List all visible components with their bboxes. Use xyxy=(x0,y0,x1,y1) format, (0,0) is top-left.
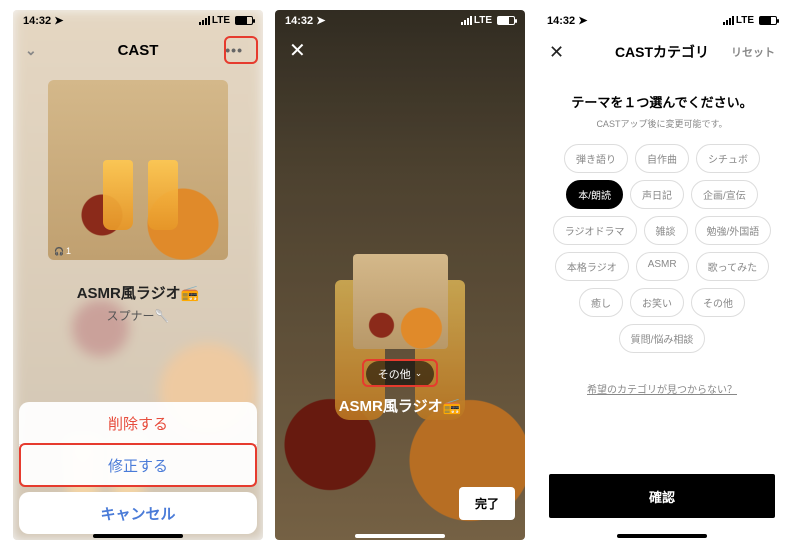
cast-meta: ASMR風ラジオ📻 スプナー🥄 xyxy=(13,282,263,324)
category-grid: 弾き語り自作曲シチュボ本/朗読声日記企画/宣伝ラジオドラマ雑談勉強/外国語本格ラ… xyxy=(537,130,787,367)
category-お笑い[interactable]: お笑い xyxy=(630,288,684,317)
nav-bar: ✕ xyxy=(275,30,525,70)
close-button[interactable]: ✕ xyxy=(275,38,320,63)
nav-bar: ✕ CASTカテゴリ リセット xyxy=(537,30,787,74)
status-bar: 14:32 ➤ LTE xyxy=(13,10,263,30)
cast-author[interactable]: スプナー🥄 xyxy=(13,307,263,324)
cast-title: ASMR風ラジオ📻 xyxy=(13,282,263,303)
collapse-icon[interactable]: ⌄ xyxy=(25,42,37,59)
category-企画/宣伝[interactable]: 企画/宣伝 xyxy=(691,180,758,209)
category-癒し[interactable]: 癒し xyxy=(579,288,623,317)
category-本/朗読[interactable]: 本/朗読 xyxy=(566,180,623,209)
category-本格ラジオ[interactable]: 本格ラジオ xyxy=(555,252,629,281)
home-indicator[interactable] xyxy=(93,534,183,538)
status-bar: 14:32 ➤ LTE xyxy=(537,10,787,30)
category-雑談[interactable]: 雑談 xyxy=(644,216,688,245)
home-indicator[interactable] xyxy=(617,534,707,538)
status-bar: 14:32 ➤ LTE xyxy=(275,10,525,30)
category-シチュボ[interactable]: シチュボ xyxy=(696,144,760,173)
cast-artwork[interactable]: 1 xyxy=(48,80,228,260)
category-声日記[interactable]: 声日記 xyxy=(630,180,684,209)
headphone-icon xyxy=(54,246,66,256)
location-icon: ➤ xyxy=(578,14,587,27)
highlight-more xyxy=(224,36,258,64)
category-歌ってみた[interactable]: 歌ってみた xyxy=(696,252,770,281)
heading: テーマを１つ選んでください。 xyxy=(537,92,787,111)
location-icon: ➤ xyxy=(54,14,63,27)
highlight-chip xyxy=(362,359,438,387)
play-count: 1 xyxy=(54,246,71,256)
category-弾き語り[interactable]: 弾き語り xyxy=(564,144,628,173)
home-indicator[interactable] xyxy=(355,534,445,538)
screen-cast-detail: 14:32 ➤ LTE ⌄ CAST ••• 1 ASMR風ラジオ📻 スプナー🥄… xyxy=(13,10,263,540)
missing-category-link[interactable]: 希望のカテゴリが見つからない？ xyxy=(537,381,787,396)
category-ラジオドラマ[interactable]: ラジオドラマ xyxy=(553,216,637,245)
category-質問/悩み相談[interactable]: 質問/悩み相談 xyxy=(619,324,706,353)
category-ASMR[interactable]: ASMR xyxy=(636,252,689,281)
screen-category-select: 14:32 ➤ LTE ✕ CASTカテゴリ リセット テーマを１つ選んでくださ… xyxy=(537,10,787,540)
screen-cast-edit: 14:32 ➤ LTE ✕ その他 ⌄ ASMR風ラジオ📻 完了 xyxy=(275,10,525,540)
cast-title[interactable]: ASMR風ラジオ📻 xyxy=(275,395,525,416)
confirm-button[interactable]: 確認 xyxy=(549,474,775,518)
nav-title: CASTカテゴリ xyxy=(615,42,709,62)
action-sheet: 削除する 修正する キャンセル xyxy=(13,396,263,540)
subheading: CASTアップ後に変更可能です。 xyxy=(537,117,787,130)
close-button[interactable]: ✕ xyxy=(549,42,564,63)
category-勉強/外国語[interactable]: 勉強/外国語 xyxy=(695,216,772,245)
location-icon: ➤ xyxy=(316,14,325,27)
done-button[interactable]: 完了 xyxy=(459,487,515,520)
reset-button[interactable]: リセット xyxy=(731,44,775,60)
header-text: テーマを１つ選んでください。 CASTアップ後に変更可能です。 xyxy=(537,92,787,130)
cancel-button[interactable]: キャンセル xyxy=(19,492,257,534)
cast-thumbnail[interactable] xyxy=(353,254,448,349)
category-自作曲[interactable]: 自作曲 xyxy=(635,144,689,173)
category-その他[interactable]: その他 xyxy=(691,288,745,317)
nav-title: CAST xyxy=(118,42,159,59)
delete-button[interactable]: 削除する xyxy=(19,402,257,444)
highlight-edit xyxy=(19,443,257,487)
